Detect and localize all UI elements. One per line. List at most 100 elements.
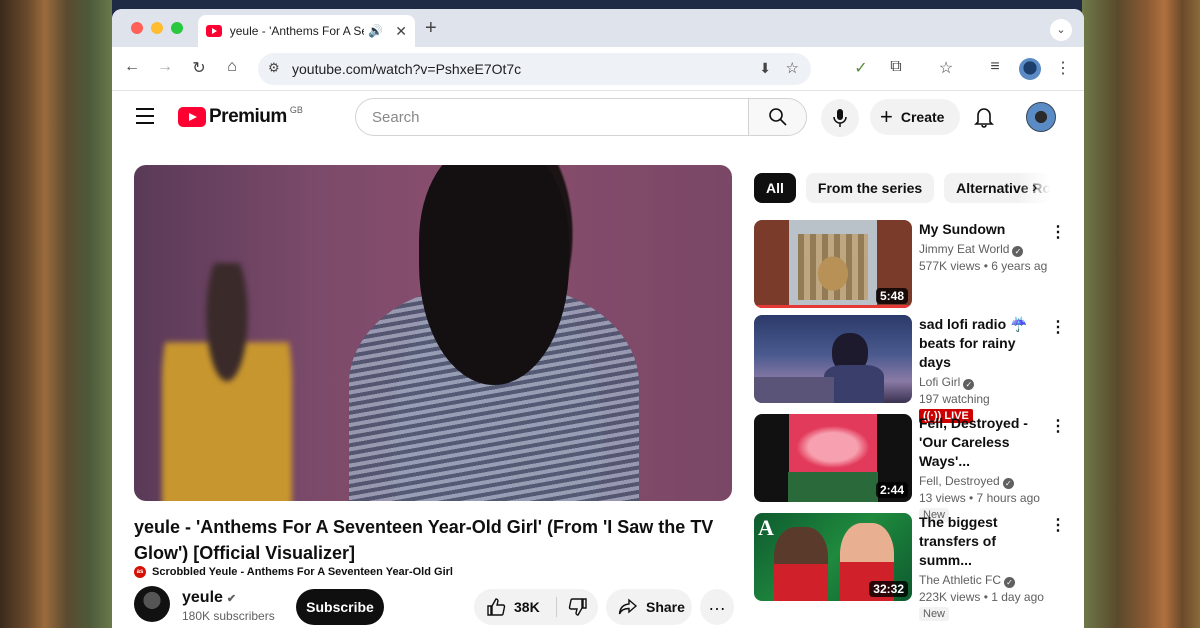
- athletic-logo-icon: A: [758, 515, 774, 540]
- subscriber-count: 180K subscribers: [182, 609, 275, 623]
- share-label: Share: [646, 599, 685, 615]
- channel-name-text: yeule: [182, 589, 223, 606]
- more-options-kebab-icon[interactable]: ⋮: [1050, 416, 1066, 436]
- bookmark-star-icon[interactable]: ☆: [786, 59, 799, 77]
- video-info: The biggest transfers of summ... The Ath…: [919, 513, 1047, 622]
- search-placeholder: Search: [372, 109, 420, 126]
- thumbnail-cloud-image: [790, 422, 876, 472]
- related-video-meta: 197 watching: [919, 392, 990, 406]
- related-video-title[interactable]: sad lofi radio ☔ beats for rainy days: [919, 315, 1047, 372]
- search-icon: [768, 108, 787, 126]
- search-button[interactable]: [748, 98, 807, 136]
- scrobble-status: as Scrobbled Yeule - Anthems For A Seven…: [134, 566, 453, 578]
- thumbnail-lofi-desk: [754, 377, 834, 403]
- chip-all[interactable]: All: [754, 173, 796, 203]
- address-bar[interactable]: ⚙ youtube.com/watch?v=PshxeE7Ot7c ⬇ ☆: [258, 53, 811, 85]
- country-code: GB: [289, 105, 303, 115]
- related-video-meta: 577K views • 6 years ago: [919, 259, 1047, 273]
- install-app-icon[interactable]: ⬇: [759, 60, 771, 77]
- more-options-kebab-icon[interactable]: ⋮: [1050, 317, 1066, 337]
- channel-text: Lofi Girl: [919, 375, 961, 389]
- more-options-kebab-icon[interactable]: ⋮: [1050, 515, 1066, 535]
- share-arrow-icon: [618, 598, 638, 615]
- thumbnail-trophies-image: [798, 234, 868, 300]
- verified-icon: ✓: [1012, 246, 1024, 257]
- related-video-title[interactable]: Fell, Destroyed - 'Our Careless Ways'...: [919, 414, 1047, 471]
- reload-icon[interactable]: ↻: [188, 58, 210, 78]
- plus-icon: +: [880, 104, 893, 129]
- forward-arrow-icon[interactable]: →: [154, 58, 176, 76]
- verified-icon: ✓: [1004, 577, 1016, 588]
- video-player[interactable]: [134, 165, 732, 501]
- thumbs-down-icon: [568, 598, 587, 616]
- hamburger-menu-icon[interactable]: [136, 108, 154, 129]
- chevron-right-icon[interactable]: ›: [1032, 179, 1037, 197]
- tab-youtube[interactable]: yeule - 'Anthems For A Se 🔊 ✕: [198, 15, 415, 47]
- close-window-button[interactable]: [131, 22, 143, 34]
- new-badge: New: [919, 607, 950, 621]
- maximize-window-button[interactable]: [171, 22, 183, 34]
- dislike-button[interactable]: [568, 597, 588, 622]
- media-controls-icon[interactable]: ≡: [984, 58, 1006, 76]
- video-thumbnail[interactable]: 5:48: [754, 220, 912, 308]
- new-tab-button[interactable]: +: [425, 17, 437, 40]
- browser-menu-kebab-icon[interactable]: ⋮: [1052, 58, 1074, 78]
- more-actions-icon[interactable]: …: [700, 589, 734, 625]
- thumbs-up-icon: [487, 598, 506, 616]
- youtube-premium-logo[interactable]: Premium GB: [178, 105, 303, 128]
- url-text: youtube.com/watch?v=PshxeE7Ot7c: [292, 61, 522, 77]
- like-button[interactable]: 38K: [486, 597, 540, 617]
- video-duration: 2:44: [875, 482, 908, 498]
- extensions-puzzle-icon[interactable]: ⧉: [885, 58, 907, 76]
- related-channel-name[interactable]: Lofi Girl ✓: [919, 375, 1047, 390]
- related-video-title[interactable]: My Sundown: [919, 220, 1047, 239]
- video-thumbnail[interactable]: [754, 315, 912, 403]
- search-input[interactable]: Search: [355, 98, 748, 136]
- like-dislike-bar: 38K: [474, 589, 598, 625]
- site-settings-icon[interactable]: ⚙: [268, 60, 280, 76]
- wallpaper-left: [0, 0, 112, 628]
- tab-title: yeule - 'Anthems For A Se: [229, 24, 365, 38]
- video-duration: 5:48: [875, 288, 908, 304]
- related-video-meta: 13 views • 7 hours ago: [919, 491, 1040, 505]
- create-button[interactable]: + Create: [870, 99, 960, 135]
- related-video-item[interactable]: 2:44 Fell, Destroyed - 'Our Careless Way…: [754, 414, 1072, 522]
- video-thumbnail[interactable]: 2:44: [754, 414, 912, 502]
- profile-avatar[interactable]: [1019, 58, 1041, 80]
- channel-text: Fell, Destroyed: [919, 474, 1000, 488]
- related-video-item[interactable]: sad lofi radio ☔ beats for rainy days Lo…: [754, 315, 1072, 423]
- related-channel-name[interactable]: The Athletic FC ✓: [919, 573, 1047, 588]
- browser-toolbar: ← → ↻ ⌂ ⚙ youtube.com/watch?v=PshxeE7Ot7…: [112, 47, 1084, 91]
- related-channel-name[interactable]: Jimmy Eat World ✓: [919, 242, 1047, 257]
- chip-from-the-series[interactable]: From the series: [805, 173, 935, 203]
- video-thumbnail[interactable]: A 32:32: [754, 513, 912, 601]
- share-button[interactable]: Share: [606, 589, 692, 625]
- checkmark-extension-icon[interactable]: ✓: [850, 58, 872, 78]
- logo-text: Premium: [209, 106, 287, 127]
- related-video-item[interactable]: 5:48 My Sundown Jimmy Eat World ✓ 577K vi…: [754, 220, 1072, 310]
- channel-avatar[interactable]: [134, 586, 170, 622]
- channel-text: The Athletic FC: [919, 573, 1002, 587]
- more-options-kebab-icon[interactable]: ⋮: [1050, 222, 1066, 242]
- related-filter-chips: All From the series Alternative Rock: [754, 173, 1051, 203]
- tab-search-chevron-down-icon[interactable]: ⌄: [1050, 19, 1072, 41]
- subscribe-button[interactable]: Subscribe: [296, 589, 384, 625]
- voice-search-button[interactable]: [821, 99, 859, 137]
- channel-name[interactable]: yeule ✔: [182, 589, 236, 607]
- related-channel-name[interactable]: Fell, Destroyed ✓: [919, 474, 1047, 489]
- youtube-play-icon: [178, 107, 206, 127]
- video-info: sad lofi radio ☔ beats for rainy days Lo…: [919, 315, 1047, 424]
- channel-text: Jimmy Eat World: [919, 242, 1010, 256]
- notifications-bell-icon[interactable]: [974, 106, 994, 133]
- home-icon[interactable]: ⌂: [221, 58, 243, 76]
- related-video-title[interactable]: The biggest transfers of summ...: [919, 513, 1047, 570]
- bookmarks-star-icon[interactable]: ☆: [935, 58, 957, 78]
- related-video-item[interactable]: A 32:32 The biggest transfers of summ...…: [754, 513, 1072, 621]
- back-arrow-icon[interactable]: ←: [121, 58, 143, 76]
- lastfm-icon: as: [134, 566, 146, 578]
- account-avatar[interactable]: [1026, 102, 1056, 132]
- minimize-window-button[interactable]: [151, 22, 163, 34]
- thumbnail-player-left-image: [774, 527, 828, 601]
- close-tab-icon[interactable]: ✕: [395, 23, 407, 40]
- speaker-icon[interactable]: 🔊: [368, 24, 383, 38]
